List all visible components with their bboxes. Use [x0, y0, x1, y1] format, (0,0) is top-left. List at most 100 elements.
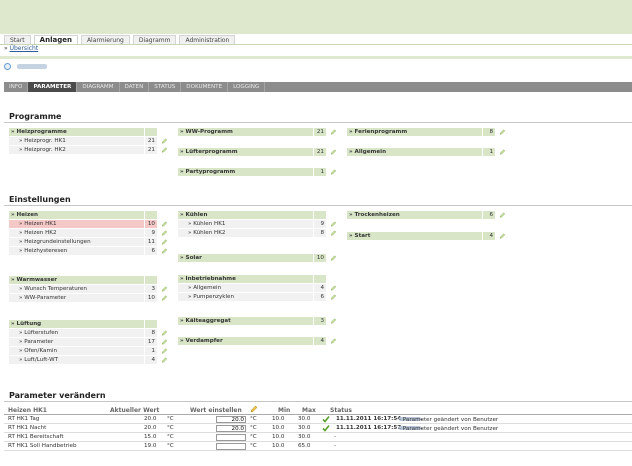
object-name-redacted	[17, 64, 47, 69]
subtab-logging[interactable]: LOGGING	[228, 82, 266, 92]
list-item[interactable]: » Allgemein 1	[347, 148, 509, 156]
edit-pencil-icon[interactable]	[158, 229, 171, 237]
edit-pencil-icon[interactable]	[158, 285, 171, 293]
list-item[interactable]: » Kühlen HK2 8	[178, 229, 340, 237]
edit-pencil-icon[interactable]	[327, 254, 340, 262]
param-unit: °C	[250, 434, 257, 440]
col-header-min: Min	[278, 407, 291, 414]
block-verdampfer: » Verdampfer 4	[178, 337, 340, 346]
edit-pencil-icon[interactable]	[158, 356, 171, 364]
value-input[interactable]	[216, 434, 246, 441]
subtab-status[interactable]: STATUS	[149, 82, 182, 92]
tab-anlagen[interactable]: Anlagen	[33, 35, 78, 44]
param-current: 15.0	[144, 434, 157, 440]
value-input[interactable]	[216, 416, 246, 423]
table-header: Heizen HK1 Aktueller Wert Wert einstelle…	[4, 405, 632, 415]
edit-pencil-icon[interactable]	[158, 294, 171, 302]
list-item[interactable]: » Pumpenzyklen 6	[178, 293, 340, 301]
list-item-selected[interactable]: » Heizen HK1 10	[9, 220, 171, 228]
section-title-parameter: Parameter verändern	[9, 391, 106, 400]
tab-start[interactable]: Start	[4, 35, 31, 44]
status-text: -	[334, 434, 337, 440]
list-item[interactable]: » Allgemein 4	[178, 284, 340, 292]
list-item[interactable]: » Parameter 17	[9, 338, 171, 346]
tab-alarmierung[interactable]: Alarmierung	[80, 35, 130, 44]
value-input[interactable]	[216, 425, 246, 432]
subtab-parameter[interactable]: PARAMETER	[28, 82, 78, 92]
subtab-diagramm[interactable]: DIAGRAMM	[77, 82, 120, 92]
subtab-daten[interactable]: DATEN	[120, 82, 150, 92]
block-heizen: » Heizen » Heizen HK1 10 » Heizen HK2 9 » …	[9, 211, 171, 256]
edit-pencil-icon[interactable]	[327, 168, 340, 176]
param-max: 30.0	[298, 416, 311, 422]
tab-administration[interactable]: Administration	[179, 35, 236, 44]
breadcrumb: » Übersicht	[4, 45, 39, 52]
list-item[interactable]: » Wunsch Temperaturen 3	[9, 285, 171, 293]
list-item[interactable]: » WW-Programm 21	[178, 128, 340, 136]
object-header	[4, 63, 47, 70]
list-item[interactable]: » Heizprogr. HK1 21	[9, 137, 171, 145]
list-item[interactable]: » Heizen HK2 9	[9, 229, 171, 237]
edit-pencil-icon[interactable]	[327, 317, 340, 325]
subtab-dokumente[interactable]: DOKUMENTE	[181, 82, 229, 92]
edit-pencil-icon[interactable]	[496, 148, 509, 156]
edit-pencil-icon[interactable]	[158, 137, 171, 145]
list-item[interactable]: » Verdampfer 4	[178, 337, 340, 345]
param-unit: °C	[167, 416, 174, 422]
list-item[interactable]: » Kälteaggregat 3	[178, 317, 340, 325]
param-current: 20.0	[144, 425, 157, 431]
col-header-name: Heizen HK1	[8, 407, 47, 414]
edit-pencil-icon[interactable]	[158, 247, 171, 255]
block-start: » Start 4	[347, 232, 509, 241]
group-header-heizen: » Heizen	[9, 211, 171, 219]
breadcrumb-link-uebersicht[interactable]: Übersicht	[10, 45, 39, 52]
checkmark-icon	[322, 416, 330, 423]
value-input[interactable]	[216, 443, 246, 450]
edit-pencil-icon[interactable]	[327, 148, 340, 156]
list-item[interactable]: » Lüfterprogramm 21	[178, 148, 340, 156]
edit-pencil-icon[interactable]	[158, 238, 171, 246]
col-header-set: Wert einstellen	[190, 407, 242, 414]
edit-pencil-icon[interactable]	[496, 128, 509, 136]
edit-pencil-icon[interactable]	[158, 329, 171, 337]
list-item[interactable]: » Heizgrundeinstellungen 11	[9, 238, 171, 246]
edit-pencil-icon[interactable]	[327, 229, 340, 237]
group-header-heizprogramme: » Heizprogramme	[9, 128, 171, 136]
section-divider	[4, 205, 632, 206]
list-item[interactable]: » Kühlen HK1 9	[178, 220, 340, 228]
list-item[interactable]: » Partyprogramm 1	[178, 168, 340, 176]
list-item[interactable]: » WW-Parameter 10	[9, 294, 171, 302]
edit-pencil-icon[interactable]	[158, 338, 171, 346]
edit-pencil-icon[interactable]	[327, 337, 340, 345]
param-current: 20.0	[144, 416, 157, 422]
list-item[interactable]: » Start 4	[347, 232, 509, 240]
list-item[interactable]: » Luft/Luft-WT 4	[9, 356, 171, 364]
list-item[interactable]: » Heizhysteresen 6	[9, 247, 171, 255]
edit-pencil-icon[interactable]	[327, 128, 340, 136]
main-tabs: Start Anlagen Alarmierung Diagramm Admin…	[4, 35, 236, 44]
subtab-info[interactable]: INFO	[4, 82, 29, 92]
edit-pencil-icon[interactable]	[327, 293, 340, 301]
edit-pencil-icon[interactable]	[496, 232, 509, 240]
tab-divider	[0, 44, 632, 45]
status-text: - Parameter geändert von Benutzer .	[399, 425, 499, 432]
list-item[interactable]: » Lüfterstufen 8	[9, 329, 171, 337]
col-header-max: Max	[302, 407, 316, 414]
list-item[interactable]: » Heizprogr. HK2 21	[9, 146, 171, 154]
edit-pencil-icon[interactable]	[327, 284, 340, 292]
block-warmwasser: » Warmwasser » Wunsch Temperaturen 3 » WW…	[9, 276, 171, 303]
edit-pencil-icon[interactable]	[327, 220, 340, 228]
edit-pencil-icon[interactable]	[496, 211, 509, 219]
list-item[interactable]: » Ofen/Kamin 1	[9, 347, 171, 355]
col-header-current: Aktueller Wert	[110, 407, 160, 414]
edit-pencil-icon[interactable]	[158, 220, 171, 228]
param-name: RT HK1 Tag	[8, 416, 40, 422]
list-item[interactable]: » Trockenheizen 6	[347, 211, 509, 219]
list-item[interactable]: » Solar 10	[178, 254, 340, 262]
block-lueftung: » Lüftung » Lüfterstufen 8 » Parameter 17 …	[9, 320, 171, 365]
tab-diagramm[interactable]: Diagramm	[132, 35, 177, 44]
edit-pencil-icon[interactable]	[158, 347, 171, 355]
block-partyprogramm: » Partyprogramm 1	[178, 168, 340, 177]
list-item[interactable]: » Ferienprogramm 8	[347, 128, 509, 136]
edit-pencil-icon[interactable]	[158, 146, 171, 154]
